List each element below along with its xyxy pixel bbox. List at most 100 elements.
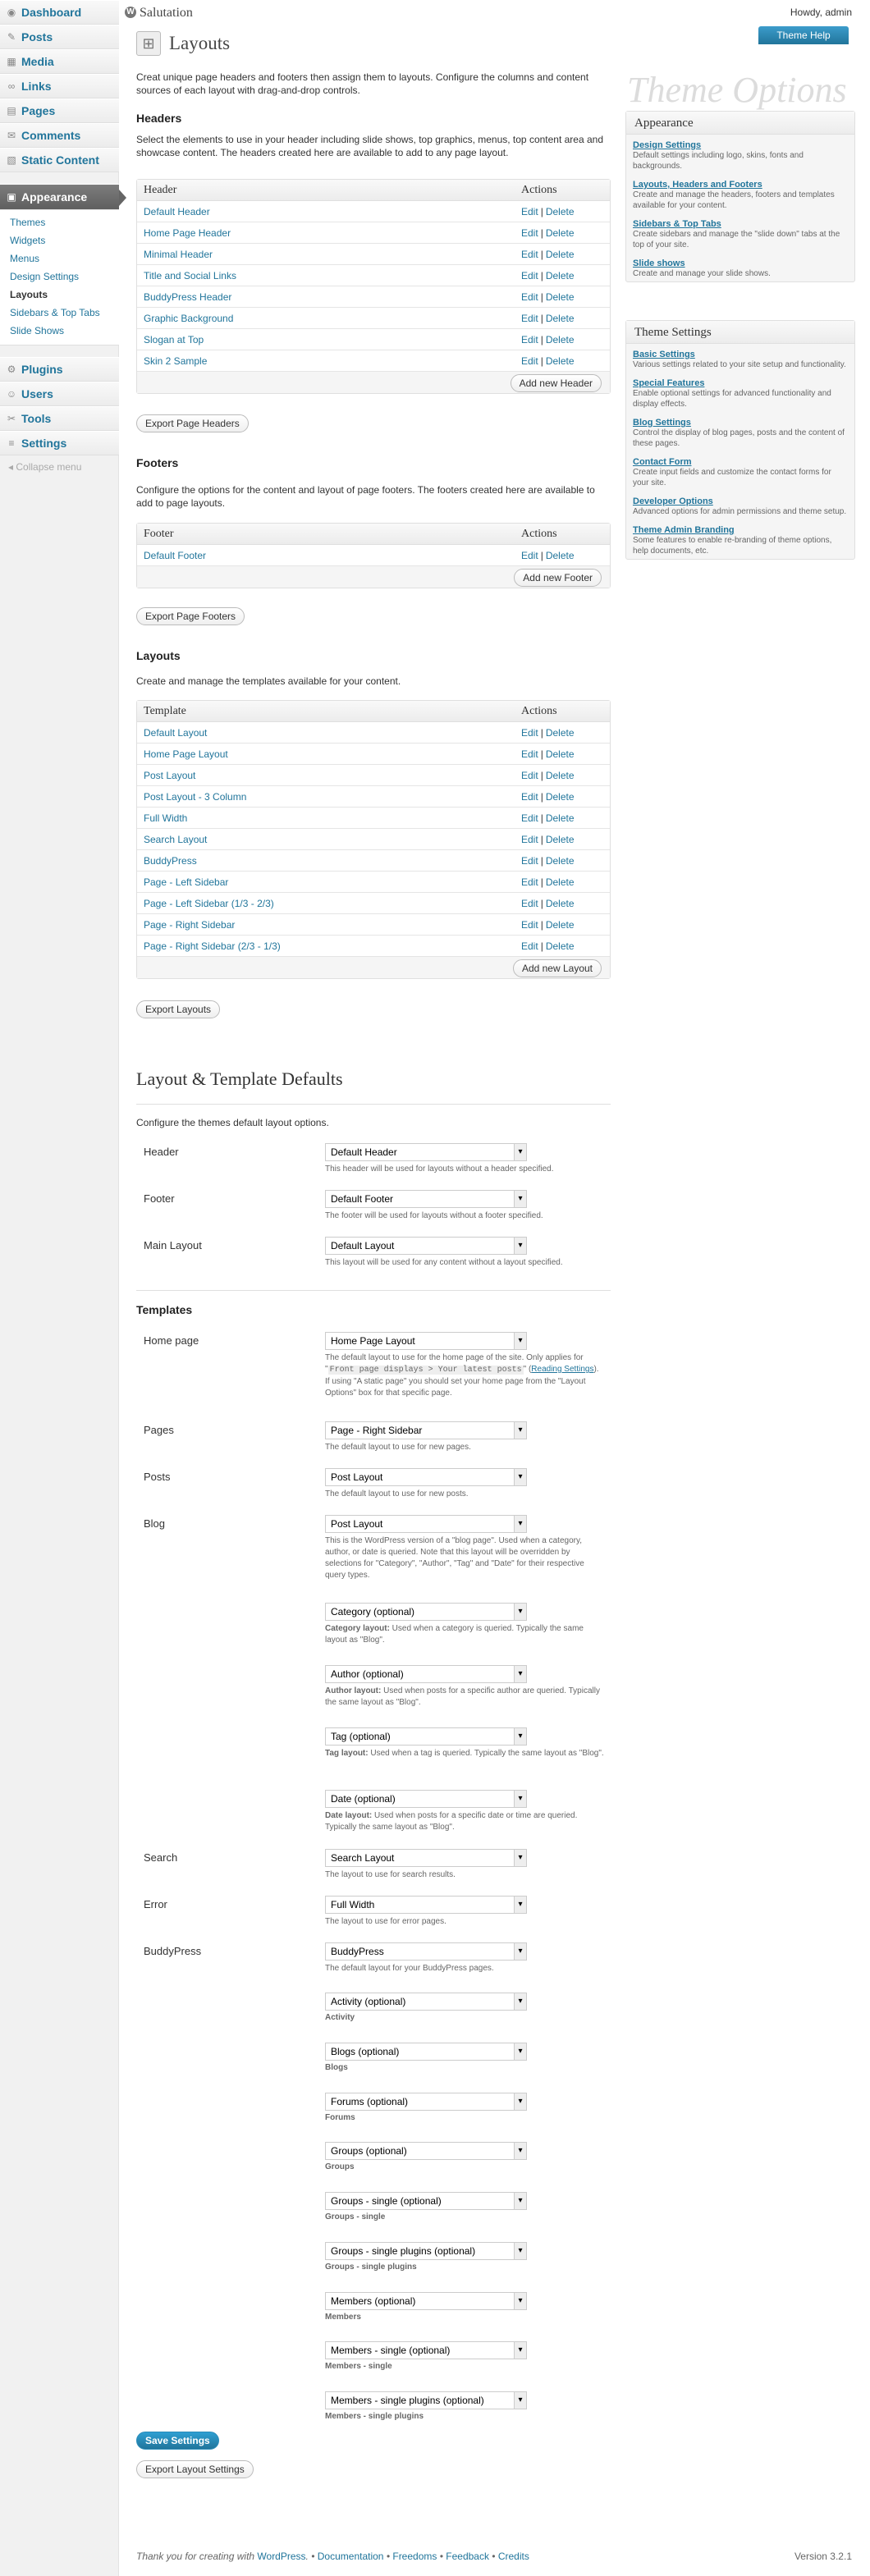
delete-link[interactable]: Delete <box>546 291 575 303</box>
edit-link[interactable]: Edit <box>521 834 538 845</box>
menu-settings[interactable]: ≡ Settings <box>0 431 119 455</box>
save-settings-button[interactable]: Save Settings <box>136 2432 219 2450</box>
row-name-link[interactable]: Default Header <box>144 206 210 217</box>
buddypress-sub-select[interactable]: Members - single plugins (optional) <box>325 2391 527 2409</box>
edit-link[interactable]: Edit <box>521 812 538 824</box>
edit-link[interactable]: Edit <box>521 748 538 760</box>
submenu-item-widgets[interactable]: Widgets <box>0 231 119 249</box>
error-select[interactable]: Full Width <box>325 1896 527 1914</box>
edit-link[interactable]: Edit <box>521 855 538 867</box>
home-page-select[interactable]: Home Page Layout <box>325 1332 527 1350</box>
edit-link[interactable]: Edit <box>521 291 538 303</box>
buddypress-sub-select[interactable]: Activity (optional) <box>325 1993 527 2011</box>
default-0-select[interactable]: Default Header <box>325 1143 527 1161</box>
feedback-link[interactable]: Feedback <box>446 2551 489 2562</box>
box-item-link[interactable]: Theme Admin Branding <box>633 525 735 535</box>
delete-link[interactable]: Delete <box>546 227 575 239</box>
buddypress-sub-select[interactable]: Groups - single (optional) <box>325 2192 527 2210</box>
menu-dashboard[interactable]: ◉ Dashboard <box>0 0 119 25</box>
edit-link[interactable]: Edit <box>521 727 538 739</box>
credits-link[interactable]: Credits <box>498 2551 529 2562</box>
edit-link[interactable]: Edit <box>521 876 538 888</box>
row-name-link[interactable]: Search Layout <box>144 834 207 845</box>
edit-link[interactable]: Edit <box>521 249 538 260</box>
delete-link[interactable]: Delete <box>546 727 575 739</box>
blog-sub-select[interactable]: Author (optional) <box>325 1665 527 1683</box>
delete-link[interactable]: Delete <box>546 855 575 867</box>
submenu-item-menus[interactable]: Menus <box>0 249 119 268</box>
row-name-link[interactable]: Minimal Header <box>144 249 213 260</box>
row-name-link[interactable]: Skin 2 Sample <box>144 355 207 367</box>
edit-link[interactable]: Edit <box>521 550 538 561</box>
row-name-link[interactable]: BuddyPress Header <box>144 291 231 303</box>
default-1-select[interactable]: Default Footer <box>325 1190 527 1208</box>
menu-appearance[interactable]: ▣ Appearance <box>0 184 126 210</box>
delete-link[interactable]: Delete <box>546 334 575 345</box>
row-name-link[interactable]: Page - Right Sidebar <box>144 919 235 931</box>
export-page-headers-button[interactable]: Export Page Headers <box>136 414 249 432</box>
submenu-item-layouts[interactable]: Layouts <box>0 286 119 304</box>
delete-link[interactable]: Delete <box>546 919 575 931</box>
menu-links[interactable]: ∞ Links <box>0 74 119 98</box>
wordpress-link[interactable]: WordPress <box>257 2551 305 2562</box>
edit-link[interactable]: Edit <box>521 355 538 367</box>
edit-link[interactable]: Edit <box>521 770 538 781</box>
delete-link[interactable]: Delete <box>546 876 575 888</box>
box-item-link[interactable]: Sidebars & Top Tabs <box>633 219 721 229</box>
search-select[interactable]: Search Layout <box>325 1849 527 1867</box>
buddypress-sub-select[interactable]: Members - single (optional) <box>325 2341 527 2359</box>
export-page-footers-button[interactable]: Export Page Footers <box>136 607 245 625</box>
menu-plugins[interactable]: ⚙ Plugins <box>0 357 119 382</box>
buddypress-sub-select[interactable]: Blogs (optional) <box>325 2043 527 2061</box>
edit-link[interactable]: Edit <box>521 270 538 281</box>
delete-link[interactable]: Delete <box>546 812 575 824</box>
menu-pages[interactable]: ▤ Pages <box>0 98 119 123</box>
menu-tools[interactable]: ✂ Tools <box>0 406 119 431</box>
delete-link[interactable]: Delete <box>546 313 575 324</box>
box-item-link[interactable]: Design Settings <box>633 140 701 150</box>
buddypress-sub-select[interactable]: Forums (optional) <box>325 2093 527 2111</box>
delete-link[interactable]: Delete <box>546 940 575 952</box>
delete-link[interactable]: Delete <box>546 249 575 260</box>
delete-link[interactable]: Delete <box>546 206 575 217</box>
box-item-link[interactable]: Basic Settings <box>633 350 695 359</box>
row-name-link[interactable]: Home Page Layout <box>144 748 228 760</box>
box-item-link[interactable]: Contact Form <box>633 457 692 467</box>
box-item-link[interactable]: Slide shows <box>633 259 685 268</box>
row-name-link[interactable]: Post Layout - 3 Column <box>144 791 246 803</box>
row-name-link[interactable]: Default Layout <box>144 727 207 739</box>
delete-link[interactable]: Delete <box>546 355 575 367</box>
menu-posts[interactable]: ✎ Posts <box>0 25 119 49</box>
site-title[interactable]: Salutation <box>140 6 193 21</box>
add-new-button[interactable]: Add new Footer <box>514 569 602 587</box>
submenu-item-themes[interactable]: Themes <box>0 213 119 231</box>
edit-link[interactable]: Edit <box>521 313 538 324</box>
theme-help-button[interactable]: Theme Help <box>758 26 849 44</box>
row-name-link[interactable]: Page - Left Sidebar (1/3 - 2/3) <box>144 898 274 909</box>
export-layout-settings-button[interactable]: Export Layout Settings <box>136 2460 254 2478</box>
menu-media[interactable]: ▦ Media <box>0 49 119 74</box>
menu-static-content[interactable]: ▧ Static Content <box>0 148 119 172</box>
submenu-item-sidebars-top-tabs[interactable]: Sidebars & Top Tabs <box>0 304 119 322</box>
row-name-link[interactable]: BuddyPress <box>144 855 197 867</box>
default-2-select[interactable]: Default Layout <box>325 1237 527 1255</box>
box-item-link[interactable]: Special Features <box>633 378 704 388</box>
pages-select[interactable]: Page - Right Sidebar <box>325 1421 527 1439</box>
reading-settings-link[interactable]: Reading Settings <box>531 1365 593 1374</box>
row-name-link[interactable]: Slogan at Top <box>144 334 204 345</box>
edit-link[interactable]: Edit <box>521 791 538 803</box>
menu-users[interactable]: ☺ Users <box>0 382 119 406</box>
submenu-item-design-settings[interactable]: Design Settings <box>0 268 119 286</box>
edit-link[interactable]: Edit <box>521 334 538 345</box>
edit-link[interactable]: Edit <box>521 919 538 931</box>
row-name-link[interactable]: Full Width <box>144 812 187 824</box>
buddypress-sub-select[interactable]: Groups (optional) <box>325 2142 527 2160</box>
blog-select[interactable]: Post Layout <box>325 1515 527 1533</box>
box-item-link[interactable]: Developer Options <box>633 496 713 506</box>
add-new-button[interactable]: Add new Header <box>510 374 602 392</box>
box-item-link[interactable]: Blog Settings <box>633 418 691 428</box>
row-name-link[interactable]: Default Footer <box>144 550 206 561</box>
submenu-item-slide-shows[interactable]: Slide Shows <box>0 322 119 340</box>
freedoms-link[interactable]: Freedoms <box>392 2551 437 2562</box>
buddypress-sub-select[interactable]: Members (optional) <box>325 2292 527 2310</box>
